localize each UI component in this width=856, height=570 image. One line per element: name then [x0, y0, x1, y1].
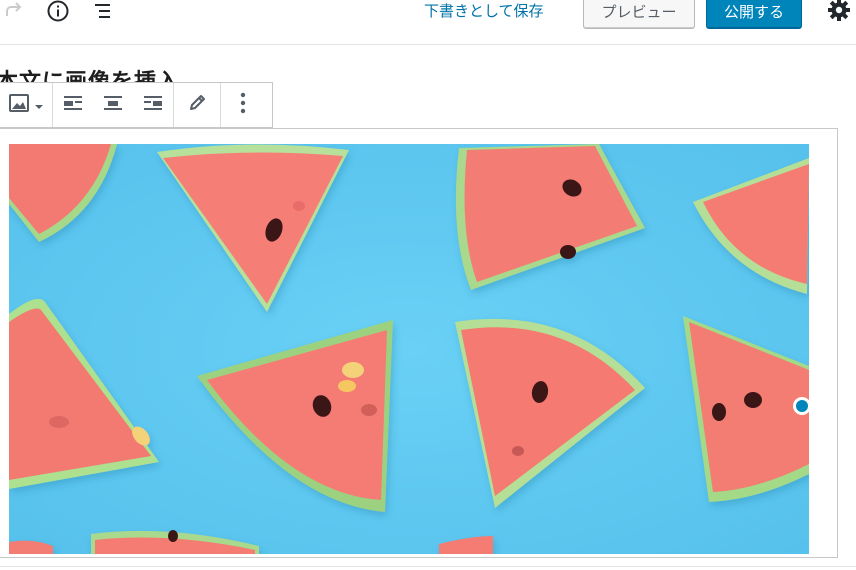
chevron-down-icon: [34, 96, 44, 115]
more-options-button[interactable]: [221, 83, 265, 127]
watermelon-image[interactable]: [9, 144, 809, 554]
align-left-button[interactable]: [53, 83, 93, 127]
block-switcher-group: [0, 83, 53, 127]
editor-header: 下書きとして保存 プレビュー 公開する: [0, 0, 856, 45]
pencil-icon: [187, 93, 207, 117]
image-icon: [8, 92, 30, 118]
block-type-switcher[interactable]: [0, 83, 52, 127]
alignment-group: [53, 83, 174, 127]
gear-icon[interactable]: [826, 0, 852, 24]
save-draft-link[interactable]: 下書きとして保存: [424, 0, 544, 22]
info-icon[interactable]: [44, 0, 72, 24]
publish-button[interactable]: 公開する: [706, 0, 802, 29]
edit-group: [174, 83, 221, 127]
align-right-icon: [143, 94, 163, 116]
block-toolbar: [0, 82, 273, 128]
more-vertical-icon: [240, 92, 246, 118]
editor-divider: [0, 566, 856, 567]
block-navigation-icon[interactable]: [88, 0, 116, 24]
more-group: [221, 83, 265, 127]
align-right-button[interactable]: [133, 83, 173, 127]
edit-image-button[interactable]: [174, 83, 220, 127]
preview-button[interactable]: プレビュー: [583, 0, 695, 29]
align-center-button[interactable]: [93, 83, 133, 127]
image-resize-handle[interactable]: [794, 398, 810, 414]
redo-icon[interactable]: [0, 0, 28, 24]
align-left-icon: [63, 94, 83, 116]
align-center-icon: [103, 94, 123, 116]
